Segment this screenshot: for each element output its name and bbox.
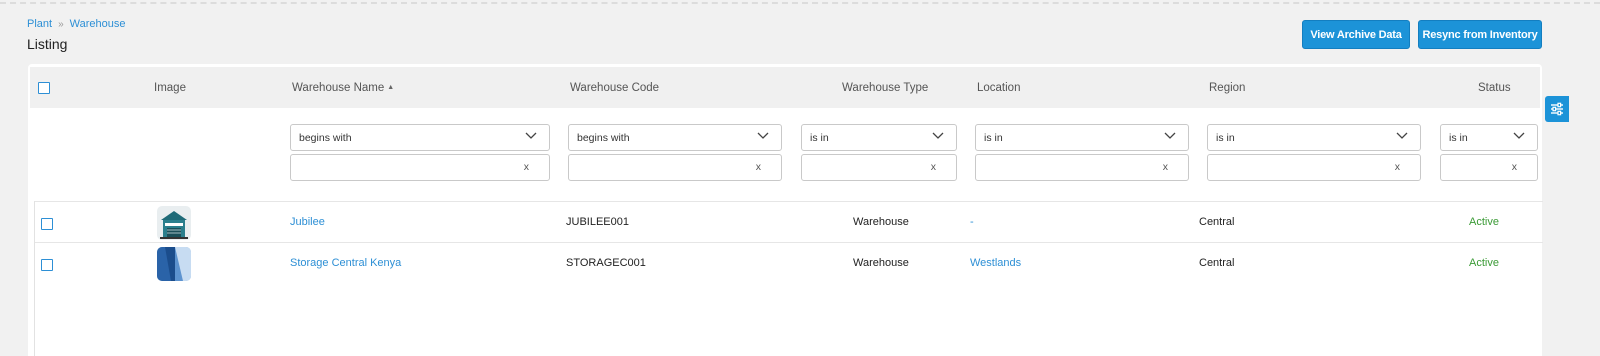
name-filter-operator-select[interactable]: begins with [290,124,550,151]
warehouse-code: JUBILEE001 [566,216,629,228]
clear-name-filter-icon[interactable]: x [524,161,529,173]
top-divider [0,2,1600,4]
column-header-status[interactable]: Status [1478,67,1511,108]
column-header-warehouse-name[interactable]: Warehouse Name ▲ [292,67,394,108]
status-badge: Active [1469,216,1499,228]
clear-status-filter-icon[interactable]: x [1512,161,1517,173]
chevron-down-icon [525,132,537,139]
view-archive-data-button[interactable]: View Archive Data [1302,20,1410,49]
column-header-warehouse-type[interactable]: Warehouse Type [842,67,928,108]
location-link[interactable]: - [970,202,974,242]
table-row[interactable]: Storage Central Kenya STORAGEC001 Wareho… [35,242,1543,282]
column-header-region[interactable]: Region [1209,67,1245,108]
clear-location-filter-icon[interactable]: x [1163,161,1168,173]
type-filter-operator-select[interactable]: is in [801,124,957,151]
clear-code-filter-icon[interactable]: x [756,161,761,173]
code-filter-operator: begins with [577,131,630,144]
breadcrumb: Plant » Warehouse [27,18,125,30]
name-filter-operator: begins with [299,131,352,144]
location-filter-operator: is in [984,131,1003,144]
filter-settings-tab[interactable] [1545,96,1569,122]
chevron-down-icon [932,132,944,139]
status-filter-operator: is in [1449,131,1468,144]
chevron-down-icon [1396,132,1408,139]
clear-region-filter-icon[interactable]: x [1395,161,1400,173]
row-checkbox[interactable] [41,259,53,271]
type-filter-operator: is in [810,131,829,144]
sort-icon[interactable]: ▲ [387,84,394,91]
code-filter-input[interactable]: x [568,154,782,181]
location-filter-input[interactable]: x [975,154,1189,181]
location-filter-operator-select[interactable]: is in [975,124,1189,151]
select-all-checkbox[interactable] [38,82,50,94]
status-filter-operator-select[interactable]: is in [1440,124,1538,151]
storage-logo-icon [157,247,191,281]
code-filter-operator-select[interactable]: begins with [568,124,782,151]
chevron-down-icon [1164,132,1176,139]
warehouse-table-card: Image Warehouse Name ▲ Warehouse Code Wa… [28,64,1543,356]
region-filter-operator: is in [1216,131,1235,144]
breadcrumb-warehouse[interactable]: Warehouse [70,18,126,30]
status-filter-input[interactable]: x [1440,154,1538,181]
warehouse-building-icon [157,206,191,240]
status-badge: Active [1469,257,1499,269]
column-header-warehouse-code[interactable]: Warehouse Code [570,67,659,108]
table-body: Jubilee JUBILEE001 Warehouse - Central A… [34,201,1543,356]
region-filter-input[interactable]: x [1207,154,1421,181]
resync-from-inventory-button[interactable]: Resync from Inventory [1418,20,1542,49]
clear-type-filter-icon[interactable]: x [931,161,936,173]
chevron-down-icon [757,132,769,139]
name-filter-input[interactable]: x [290,154,550,181]
breadcrumb-separator-icon: » [58,18,64,30]
column-header-image: Image [154,81,186,94]
warehouse-name-link[interactable]: Jubilee [290,202,325,242]
chevron-down-icon [1513,132,1525,139]
table-header: Image Warehouse Name ▲ Warehouse Code Wa… [30,67,1540,108]
type-filter-input[interactable]: x [801,154,957,181]
location-link[interactable]: Westlands [970,243,1021,283]
table-row[interactable]: Jubilee JUBILEE001 Warehouse - Central A… [35,201,1543,241]
breadcrumb-plant[interactable]: Plant [27,18,52,30]
warehouse-name-link[interactable]: Storage Central Kenya [290,243,401,283]
region-filter-operator-select[interactable]: is in [1207,124,1421,151]
warehouse-type: Warehouse [853,257,909,269]
row-checkbox[interactable] [41,218,53,230]
sliders-icon [1551,102,1563,116]
warehouse-code: STORAGEC001 [566,257,646,269]
region: Central [1199,216,1235,228]
warehouse-type: Warehouse [853,216,909,228]
column-header-label: Warehouse Name [292,81,385,94]
region: Central [1199,257,1235,269]
column-header-location[interactable]: Location [977,67,1020,108]
page-title: Listing [27,36,68,52]
